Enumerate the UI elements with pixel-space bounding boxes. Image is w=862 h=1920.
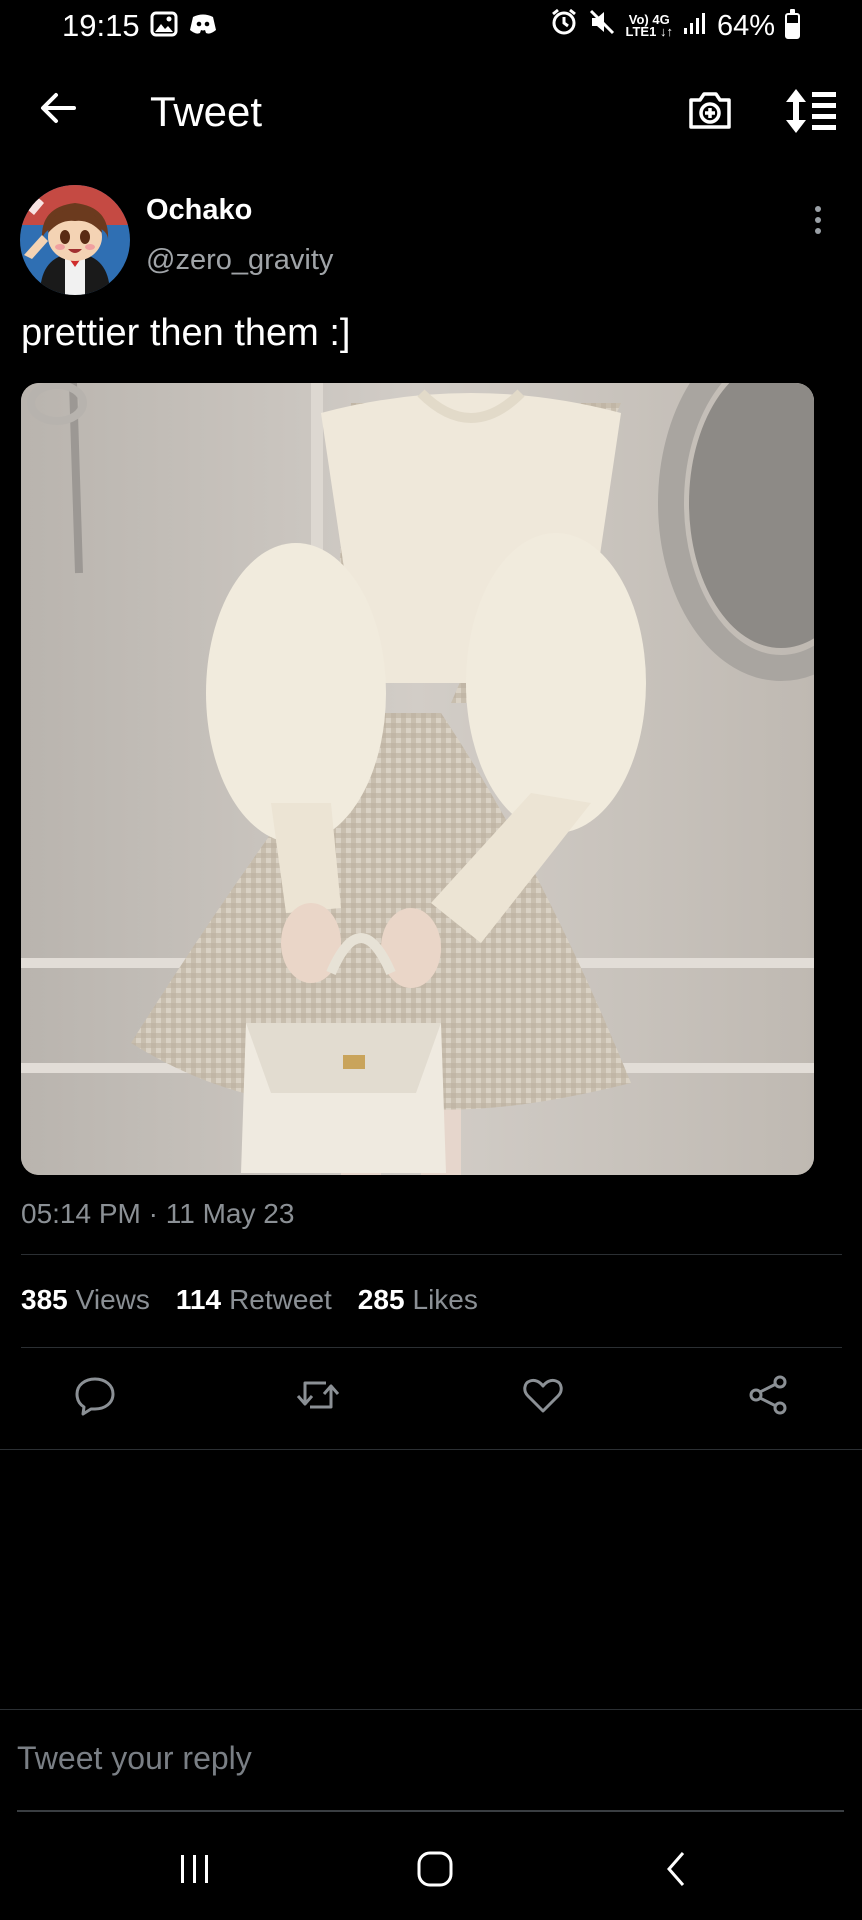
tweet-timestamp: 05:14 PM · 11 May 23: [21, 1198, 295, 1229]
views-label: Views: [75, 1284, 150, 1315]
nav-back-button[interactable]: [636, 1846, 716, 1896]
mute-icon: [588, 8, 616, 44]
discord-icon: [188, 10, 218, 43]
signal-icon: [683, 10, 707, 43]
home-icon: [415, 1849, 455, 1894]
retweet-icon: [294, 1373, 342, 1422]
divider: [21, 1254, 842, 1255]
back-icon: [661, 1849, 691, 1894]
tweet-photo[interactable]: [21, 383, 814, 1175]
network-bottom: LTE1 ↓↑: [625, 24, 673, 39]
reply-underline: [17, 1810, 844, 1812]
likes-label: Likes: [412, 1284, 478, 1315]
status-left-icons: [150, 10, 218, 43]
sort-list-icon: [784, 89, 840, 140]
share-button[interactable]: [743, 1372, 793, 1422]
reply-icon: [73, 1373, 117, 1422]
reply-input[interactable]: [17, 1740, 837, 1777]
more-options-button[interactable]: [806, 200, 830, 240]
views-count: 385: [21, 1284, 68, 1315]
battery-fill: [787, 22, 798, 37]
tweet-text: prettier then them :]: [21, 312, 351, 354]
status-time: 19:15: [62, 8, 140, 43]
like-icon: [521, 1373, 565, 1422]
back-arrow-icon: [38, 88, 78, 133]
retweet-button[interactable]: [293, 1372, 343, 1422]
network-label: Vo) 4G LTE1 ↓↑: [625, 13, 673, 39]
battery-icon: [785, 9, 800, 39]
retweets-stat[interactable]: 114 Retweet: [176, 1284, 332, 1316]
battery-percent: 64%: [716, 9, 775, 42]
views-stat: 385 Views: [21, 1284, 150, 1316]
recents-icon: [175, 1851, 215, 1892]
camera-add-icon: [686, 92, 734, 138]
camera-button[interactable]: [686, 86, 734, 134]
likes-stat[interactable]: 285 Likes: [358, 1284, 478, 1316]
home-button[interactable]: [395, 1846, 475, 1896]
display-name[interactable]: Ochako: [146, 194, 252, 227]
gallery-icon: [150, 10, 178, 43]
status-right: Vo) 4G LTE1 ↓↑ 64%: [550, 8, 800, 44]
more-vertical-icon: [806, 206, 830, 244]
sort-button[interactable]: [784, 86, 840, 136]
user-handle[interactable]: @zero_gravity: [146, 244, 333, 277]
likes-count: 285: [357, 1284, 405, 1315]
share-icon: [746, 1373, 790, 1422]
avatar[interactable]: [20, 185, 130, 295]
page-title: Tweet: [150, 88, 263, 135]
retweets-count: 114: [175, 1284, 222, 1315]
retweets-label: Retweet: [229, 1284, 332, 1315]
divider: [21, 1347, 842, 1348]
tweet-stats: 385 Views 114 Retweet 285 Likes: [21, 1284, 478, 1316]
recents-button[interactable]: [155, 1846, 235, 1896]
back-button[interactable]: [36, 88, 80, 132]
divider: [0, 1709, 862, 1710]
divider: [0, 1449, 862, 1450]
reply-button[interactable]: [70, 1372, 120, 1422]
alarm-icon: [550, 8, 578, 44]
like-button[interactable]: [518, 1372, 568, 1422]
